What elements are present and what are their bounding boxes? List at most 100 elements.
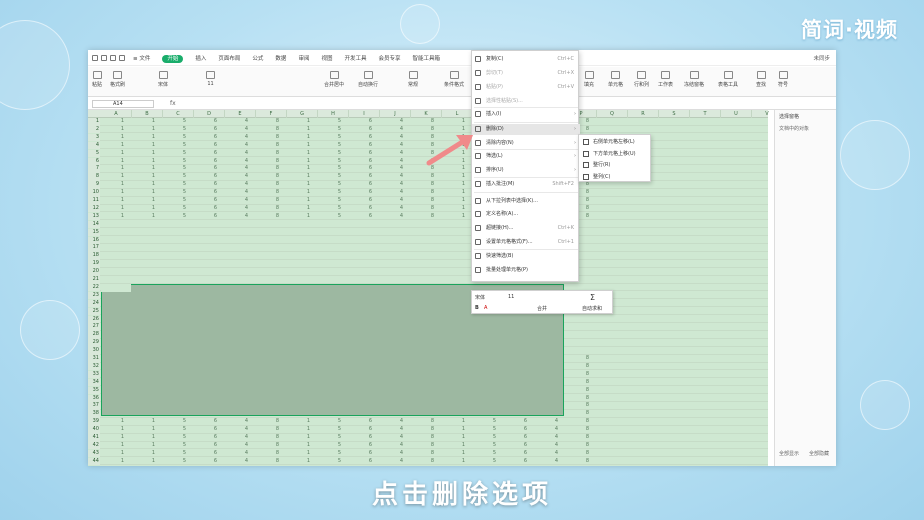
cell[interactable]: 5 (473, 418, 504, 426)
submenu-item[interactable]: 整列(C) (579, 172, 652, 183)
cell[interactable]: 6 (194, 197, 225, 205)
cell[interactable]: 4 (380, 189, 411, 197)
cell[interactable]: 1 (442, 165, 473, 173)
cell[interactable]: 4 (225, 213, 256, 221)
cell[interactable]: 1 (101, 173, 132, 181)
cell[interactable]: 8 (411, 165, 442, 173)
ribbon-button[interactable]: 宋体 (158, 71, 168, 88)
row-number[interactable]: 3 (88, 133, 100, 142)
cell[interactable]: 5 (163, 458, 194, 466)
cell[interactable]: 6 (349, 181, 380, 189)
cell[interactable]: 1 (132, 426, 163, 434)
row-number[interactable]: 44 (88, 457, 100, 466)
cell[interactable]: 6 (349, 426, 380, 434)
menu-item[interactable]: 页面布局 (218, 56, 240, 62)
row-number[interactable]: 1 (88, 118, 100, 126)
cell[interactable]: 1 (442, 181, 473, 189)
cell[interactable]: 8 (566, 387, 597, 395)
menu-item[interactable]: ≡ 文件 (133, 56, 150, 62)
cell[interactable]: 6 (194, 158, 225, 166)
cell[interactable]: 1 (442, 426, 473, 434)
cell[interactable]: 1 (132, 134, 163, 142)
cell[interactable]: 1 (287, 450, 318, 458)
cell[interactable]: 8 (256, 426, 287, 434)
context-menu-item[interactable]: 超链接(H)... Ctrl+K (472, 223, 580, 234)
print-icon[interactable] (101, 54, 107, 61)
submenu-item[interactable]: 下方单元格上移(U) (579, 149, 652, 160)
row-number[interactable]: 21 (88, 276, 100, 284)
cell[interactable]: 4 (380, 205, 411, 213)
cell[interactable]: 1 (287, 418, 318, 426)
cell[interactable]: 6 (504, 450, 535, 458)
menu-item[interactable]: 会员专享 (378, 56, 400, 62)
cell[interactable]: 1 (132, 450, 163, 458)
cell[interactable]: 1 (101, 205, 132, 213)
cell[interactable]: 1 (132, 126, 163, 134)
cell[interactable]: 6 (194, 205, 225, 213)
cell[interactable]: 5 (163, 189, 194, 197)
cell[interactable]: 1 (287, 165, 318, 173)
cell[interactable]: 1 (287, 142, 318, 150)
context-menu-item[interactable]: 删除(D) › (472, 124, 580, 135)
row-number[interactable]: 10 (88, 189, 100, 197)
name-box[interactable]: A14 (92, 100, 154, 108)
cell[interactable]: 1 (287, 173, 318, 181)
cell[interactable]: 1 (442, 458, 473, 466)
cell[interactable]: 8 (566, 395, 597, 403)
row-number[interactable]: 35 (88, 386, 100, 395)
cell[interactable]: 8 (566, 410, 597, 418)
cell[interactable]: 1 (287, 458, 318, 466)
ribbon-button[interactable]: 常规 (408, 71, 418, 88)
menu-item[interactable]: 插入 (195, 56, 206, 62)
cell[interactable]: 6 (349, 458, 380, 466)
cell[interactable]: 1 (132, 158, 163, 166)
cell[interactable]: 4 (380, 442, 411, 450)
cell[interactable]: 5 (318, 418, 349, 426)
cell[interactable]: 8 (256, 205, 287, 213)
column-header[interactable]: L (442, 110, 473, 118)
cell[interactable]: 4 (225, 205, 256, 213)
cell[interactable]: 1 (287, 126, 318, 134)
cell[interactable]: 4 (225, 158, 256, 166)
row-number[interactable]: 6 (88, 157, 100, 165)
cell[interactable]: 5 (318, 118, 349, 126)
mini-font[interactable]: 宋体 (475, 294, 485, 301)
cell[interactable]: 8 (411, 458, 442, 466)
cell[interactable]: 1 (101, 165, 132, 173)
cell[interactable]: 4 (535, 426, 566, 434)
cell[interactable]: 5 (163, 205, 194, 213)
cell[interactable]: 1 (287, 134, 318, 142)
cell[interactable]: 5 (318, 426, 349, 434)
cell[interactable]: 8 (256, 450, 287, 458)
cell[interactable]: 6 (504, 418, 535, 426)
cell[interactable]: 8 (411, 434, 442, 442)
cell[interactable]: 4 (380, 126, 411, 134)
hide-all-button[interactable]: 全部隐藏 (809, 450, 829, 457)
cell[interactable]: 8 (566, 458, 597, 466)
cell[interactable]: 5 (318, 458, 349, 466)
cell[interactable]: 4 (380, 418, 411, 426)
cell[interactable]: 6 (349, 165, 380, 173)
redo-icon[interactable] (119, 54, 125, 61)
ribbon-button[interactable]: 符号 (778, 71, 788, 88)
row-number[interactable]: 41 (88, 434, 100, 442)
cell[interactable]: 1 (287, 205, 318, 213)
cell[interactable]: 4 (380, 450, 411, 458)
cell[interactable]: 1 (287, 181, 318, 189)
cell[interactable]: 1 (101, 158, 132, 166)
cell[interactable]: 8 (566, 442, 597, 450)
cell[interactable]: 5 (473, 450, 504, 458)
context-menu-item[interactable]: 设置单元格格式(F)... Ctrl+1 (472, 237, 580, 248)
cell[interactable]: 6 (194, 450, 225, 458)
column-header[interactable]: U (721, 110, 752, 118)
cell[interactable]: 1 (287, 442, 318, 450)
cell[interactable]: 4 (380, 197, 411, 205)
cell[interactable]: 1 (132, 173, 163, 181)
cell[interactable]: 4 (380, 426, 411, 434)
context-menu-item[interactable]: 批量处理单元格(P) (472, 265, 580, 276)
cell[interactable]: 1 (101, 213, 132, 221)
cell[interactable]: 4 (535, 418, 566, 426)
cell[interactable]: 1 (287, 118, 318, 126)
row-number[interactable]: 40 (88, 426, 100, 434)
menu-item[interactable]: 开始 (162, 54, 184, 63)
